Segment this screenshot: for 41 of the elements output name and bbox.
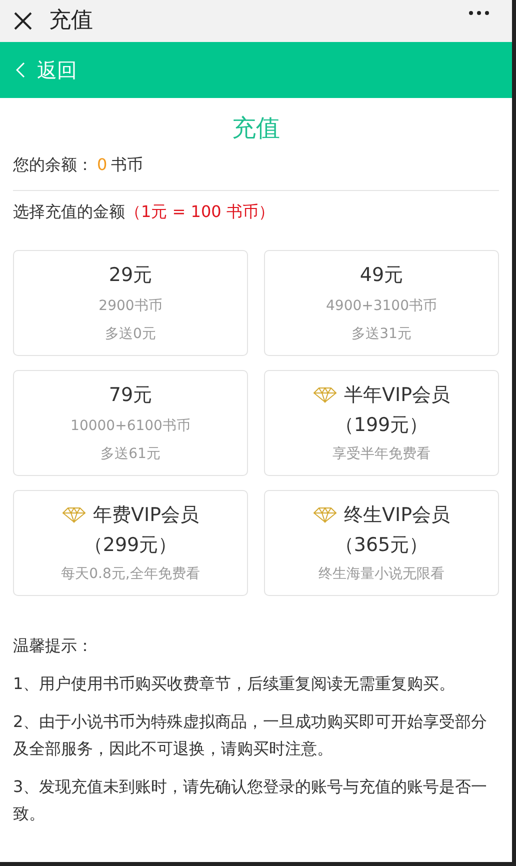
package-note: 多送0元 <box>105 325 156 344</box>
note-paragraph: 3、发现充值未到账时，请先确认您登录的账号与充值的账号是否一致。 <box>13 776 488 825</box>
package-note: 多送31元 <box>352 325 412 344</box>
note-paragraph: 2、由于小说书币为特殊虚拟商品，一旦成功购买即可开始享受部分及全部服务，因此不可退换，请购买时注意。 <box>13 711 488 760</box>
balance-label: 您的余额： <box>13 155 93 174</box>
section-label: 选择充值的金额 <box>13 202 125 221</box>
package-title: 半年VIP会员 <box>344 383 450 408</box>
package-price: （299元） <box>84 533 178 558</box>
coin-amount: 4900+3100书币 <box>326 297 437 316</box>
notes-heading: 温馨提示： <box>13 635 94 657</box>
coin-amount: 10000+6100书币 <box>70 417 190 436</box>
exchange-rate: （1元 = 100 书币） <box>125 202 274 221</box>
diamond-icon <box>312 507 337 523</box>
package-note: 多送61元 <box>100 445 160 464</box>
window-title: 充值 <box>49 10 93 32</box>
diamond-icon <box>62 507 86 523</box>
close-icon[interactable] <box>12 10 34 32</box>
coin-amount: 2900书币 <box>98 297 162 316</box>
package-card[interactable]: 79元 10000+6100书币 多送61元 <box>13 370 248 476</box>
package-card[interactable]: 49元 4900+3100书币 多送31元 <box>264 250 499 356</box>
package-title: 29元 <box>108 263 152 288</box>
package-note: 终生海量小说无限看 <box>318 565 444 584</box>
balance-unit: 书币 <box>111 155 144 174</box>
package-title: 终生VIP会员 <box>344 503 450 528</box>
more-icon[interactable] <box>468 10 490 16</box>
package-card[interactable]: 年费VIP会员 （299元） 每天0.8元,全年免费看 <box>13 490 248 596</box>
package-card[interactable]: 半年VIP会员 （199元） 享受半年免费看 <box>264 370 499 476</box>
balance-amount: 0 <box>97 155 108 174</box>
page-title: 充值 <box>232 113 280 144</box>
package-card[interactable]: 29元 2900书币 多送0元 <box>13 250 248 356</box>
chevron-left-icon <box>16 62 25 78</box>
package-note: 享受半年免费看 <box>332 445 430 464</box>
package-price: （365元） <box>334 533 428 558</box>
note-paragraph: 1、用户使用书币购买收费章节，后续重复阅读无需重复购买。 <box>13 673 456 695</box>
diamond-icon <box>312 387 337 403</box>
package-title: 79元 <box>108 383 152 408</box>
package-title: 年费VIP会员 <box>92 503 200 528</box>
package-price: （199元） <box>334 413 428 438</box>
package-card[interactable]: 终生VIP会员 （365元） 终生海量小说无限看 <box>264 490 499 596</box>
package-note: 每天0.8元,全年免费看 <box>61 565 200 584</box>
package-title: 49元 <box>360 263 404 288</box>
